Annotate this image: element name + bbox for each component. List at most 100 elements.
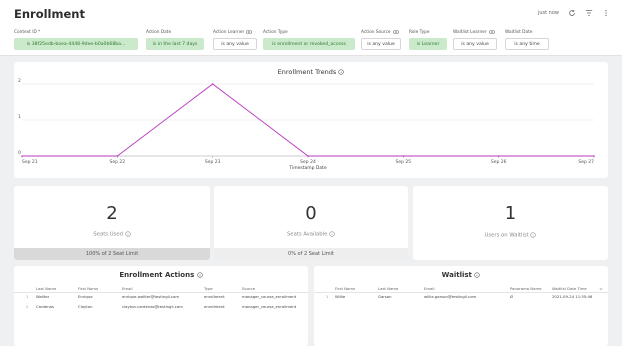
seats-available-label-text: Seats Available	[286, 231, 328, 238]
first-name-cell: Enrique	[78, 294, 93, 299]
seats-available-value: 0	[305, 203, 317, 224]
enrollment-trends-chart: 0 1 2 Sep 21 Sep 22 Sep 23 Sep 24 Sep 25 Sep 26…	[18, 78, 595, 171]
info-icon[interactable]	[474, 272, 481, 278]
more-options-icon[interactable]	[602, 9, 610, 17]
page-title: Enrollment	[14, 7, 85, 21]
source-cell: manager_course_enrollment	[242, 294, 297, 299]
users-on-waitlist-value: 1	[504, 203, 517, 224]
link-icon	[488, 30, 495, 34]
sort-descending-icon[interactable]	[599, 287, 603, 291]
waitlist-card: Waitlist First Name Last Name Email Pano…	[314, 266, 608, 346]
filter-action-date: Action Date is in the last 7 days	[146, 29, 204, 50]
column-header[interactable]: Last Name	[36, 286, 56, 291]
data-point	[402, 155, 405, 157]
filter-label: Action Type	[263, 29, 288, 35]
column-header[interactable]: Waitlist Date Time	[552, 286, 587, 291]
source-cell: manager_course_enrollment	[242, 304, 297, 309]
column-header[interactable]: Source	[242, 286, 255, 291]
filter-label: Action Date	[146, 29, 172, 35]
x-tick-label: Sep 27	[578, 159, 594, 165]
info-icon[interactable]	[530, 232, 537, 238]
data-point	[21, 155, 23, 157]
data-point	[497, 155, 500, 157]
enrollment-actions-title-text: Enrollment Actions	[119, 271, 195, 279]
column-header[interactable]: Panorama Name	[510, 286, 542, 291]
seats-used-card: 2 Seats Used 100% of 2 Seat Limit	[14, 186, 210, 260]
y-tick-label: 2	[18, 78, 21, 84]
filter-action-type: Action Type is enrollment or revoked_acc…	[263, 29, 355, 50]
filter-value-action-date[interactable]: is in the last 7 days	[146, 38, 204, 50]
users-on-waitlist-label-text: Users on Waitlist	[484, 232, 529, 239]
info-icon[interactable]	[125, 231, 131, 237]
filter-label-text: Action Learner	[213, 29, 245, 35]
last-name-cell: Garson	[378, 294, 392, 299]
enrollment-trends-card: Enrollment Trends 012 Sep 21 Sep 22 Sep 23…	[14, 62, 608, 178]
link-icon	[246, 30, 253, 34]
filter-value-context-id[interactable]: is 38f25edb-baea-4448-9dee-b0a0b68ba...	[14, 38, 138, 50]
dashboard-header: Enrollment just now	[0, 0, 622, 26]
filter-value-action-source[interactable]: is any value	[361, 38, 401, 50]
filter-label: Action Source	[361, 29, 401, 35]
filter-action-learner: Action Learner is any value	[213, 29, 257, 50]
users-on-waitlist-card: 1 Users on Waitlist	[413, 186, 608, 260]
info-icon[interactable]	[329, 231, 335, 237]
email-cell: enrique.waliter@testingli.com	[122, 294, 180, 299]
filter-value-action-learner[interactable]: is any value	[213, 38, 257, 50]
table-header: Last Name First Name Email Type Source	[14, 286, 308, 293]
x-tick-label: Sep 25	[396, 159, 412, 165]
filter-label-text: Waitlist Learner	[453, 29, 487, 35]
table-row[interactable]: 2 Cardenas Clayton clayton.cardenas@test…	[14, 304, 308, 312]
filter-value-waitlist-learner[interactable]: is any value	[453, 38, 497, 50]
waitlist-title-text: Waitlist	[441, 271, 472, 279]
table-row[interactable]: 1 Willie Garson willie.garson@testingli.…	[314, 294, 608, 302]
filter-label: Role Type	[409, 29, 430, 35]
panorama-name-cell: Ø	[510, 294, 513, 299]
column-header[interactable]: Last Name	[378, 286, 398, 291]
row-number: 1	[26, 294, 29, 299]
first-name-cell: Willie	[335, 294, 346, 299]
type-cell: enrollment	[204, 304, 225, 309]
last-name-cell: Waliter	[36, 294, 50, 299]
data-point	[211, 83, 214, 85]
filter-waitlist-learner: Waitlist Learner is any value	[453, 29, 497, 50]
row-number: 2	[26, 304, 29, 309]
filter-value-action-type[interactable]: is enrollment or revoked_access	[263, 38, 355, 50]
users-on-waitlist-label: Users on Waitlist	[413, 232, 608, 239]
type-cell: enrollment	[204, 294, 225, 299]
table-row[interactable]: 1 Waliter Enrique enrique.waliter@testin…	[14, 294, 308, 302]
x-tick-label: Sep 24	[300, 159, 316, 165]
enrollment-actions-title: Enrollment Actions	[14, 271, 308, 279]
data-point	[116, 155, 119, 157]
x-tick-label: Sep 22	[110, 159, 126, 165]
column-header[interactable]: Email	[424, 286, 435, 291]
last-name-cell: Cardenas	[36, 304, 54, 309]
info-icon[interactable]	[197, 272, 203, 278]
filter-value-waitlist-date[interactable]: is any time	[505, 38, 549, 50]
x-tick-label: Sep 21	[22, 159, 38, 165]
y-tick-label: 0	[18, 150, 21, 156]
last-updated-text: just now	[537, 10, 559, 16]
email-cell: willie.garson@testingli.com	[424, 294, 477, 299]
column-header[interactable]: Type	[204, 286, 213, 291]
data-point	[593, 155, 595, 157]
filter-label: Waitlist Date	[505, 29, 533, 35]
filter-value-role-type[interactable]: is Learner	[409, 38, 447, 50]
column-header[interactable]: Email	[122, 286, 133, 291]
y-tick-label: 1	[18, 114, 21, 120]
seats-used-value: 2	[106, 203, 118, 224]
filter-label: Context ID *	[14, 29, 41, 35]
header-actions: just now	[538, 9, 610, 17]
seats-used-label: Seats Used	[14, 231, 210, 238]
seats-used-footer: 100% of 2 Seat Limit	[14, 248, 210, 260]
column-header[interactable]: First Name	[335, 286, 355, 291]
waitlist-date-time-cell: 2021-09-24 11:55:46	[552, 294, 593, 299]
waitlist-title: Waitlist	[314, 271, 608, 279]
x-axis-title: Timestamp Date	[288, 165, 327, 171]
filter-context-id: Context ID * is 38f25edb-baea-4448-9dee-…	[14, 29, 138, 50]
x-axis-ticks: Sep 21 Sep 22 Sep 23 Sep 24 Sep 25 Sep 26 Sep …	[21, 156, 595, 165]
filter-label: Waitlist Learner	[453, 29, 497, 35]
refresh-icon[interactable]	[568, 9, 576, 17]
column-header[interactable]: First Name	[78, 286, 98, 291]
seats-used-label-text: Seats Used	[93, 231, 123, 238]
filter-icon[interactable]	[585, 9, 593, 17]
